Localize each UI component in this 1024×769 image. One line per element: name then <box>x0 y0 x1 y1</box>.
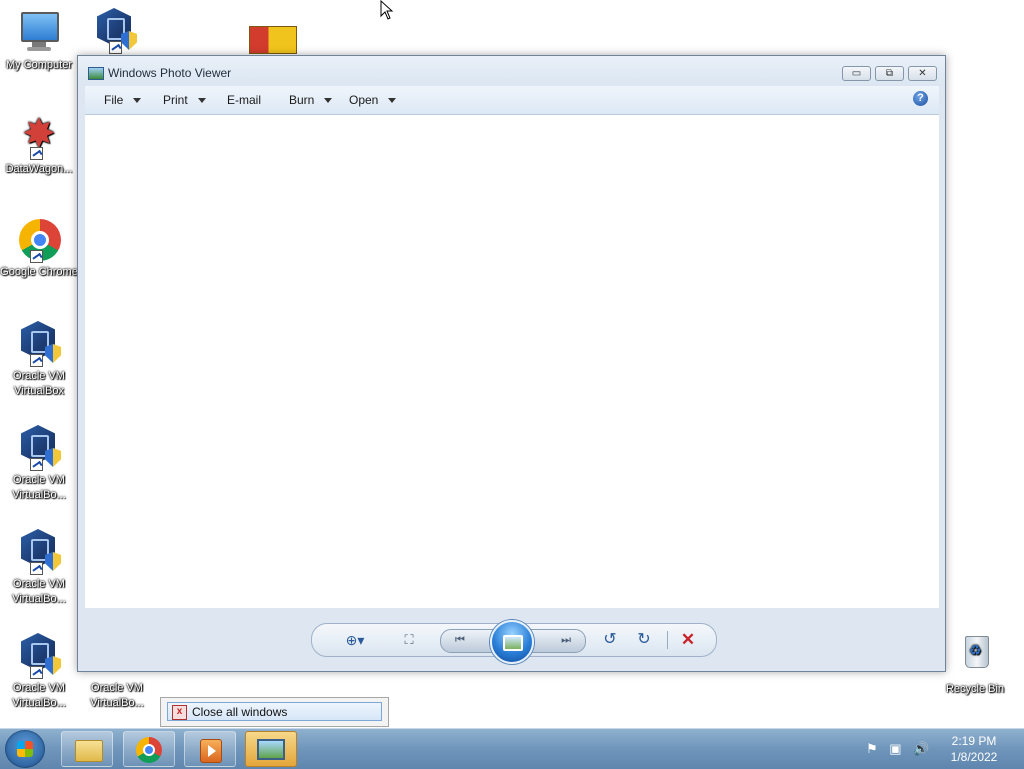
image-display-area[interactable] <box>85 115 939 608</box>
desktop-icon-virtualbox-top[interactable] <box>76 6 154 56</box>
delete-icon[interactable]: ✕ <box>678 629 698 651</box>
close-all-windows-item[interactable]: x Close all windows <box>167 702 382 721</box>
menu-open-label: Open <box>349 93 379 107</box>
virtualbox-icon <box>15 631 63 679</box>
taskbar-chrome-button[interactable] <box>123 731 175 767</box>
virtualbox-icon <box>15 319 63 367</box>
desktop-icon-google-chrome[interactable]: Google Chrome <box>0 215 78 280</box>
viewer-controls: ⊕▾ ⛶ ⏮ ⏭ ↺ ↻ ✕ <box>311 620 717 664</box>
mouse-cursor-icon <box>380 0 394 20</box>
close-icon: x <box>172 705 187 720</box>
chevron-down-icon <box>197 98 206 104</box>
clock[interactable]: 2:19 PM 1/8/2022 <box>936 733 1012 765</box>
menu-print[interactable]: Print <box>163 93 206 107</box>
actual-size-icon[interactable]: ⛶ <box>398 629 420 651</box>
desktop-icon-virtualbox[interactable]: Oracle VM VirtualBox <box>0 319 78 399</box>
taskbar-photo-viewer-button[interactable] <box>245 731 297 767</box>
zoom-icon[interactable]: ⊕▾ <box>340 629 370 651</box>
menu-email[interactable]: E-mail <box>227 93 261 107</box>
taskbar: ⚑ ▣ 🔊 2:19 PM 1/8/2022 <box>0 728 1024 769</box>
menu-burn-label: Burn <box>289 93 315 107</box>
restore-button[interactable]: ⧉ <box>875 66 904 81</box>
minimize-button[interactable]: ▭ <box>842 66 871 81</box>
chrome-icon <box>136 737 162 763</box>
desktop-icon-label: Oracle VM VirtualBo... <box>12 578 66 605</box>
desktop-icon-my-computer[interactable]: My Computer <box>0 8 78 73</box>
network-icon[interactable]: ▣ <box>889 741 901 756</box>
chevron-down-icon <box>388 98 397 104</box>
desktop-icon-label: Oracle VM VirtualBo... <box>12 474 66 501</box>
chrome-icon <box>15 215 63 263</box>
menu-burn[interactable]: Burn <box>289 93 333 107</box>
chevron-down-icon <box>324 98 333 104</box>
close-button[interactable]: ✕ <box>908 66 937 81</box>
desktop-icon-label: My Computer <box>5 59 73 71</box>
menu-email-label: E-mail <box>227 93 262 107</box>
recycle-bin-icon <box>951 632 999 680</box>
rotate-right-icon[interactable]: ↻ <box>634 629 654 651</box>
desktop-icon-label: Google Chrome <box>0 266 78 278</box>
desktop-icon-virtualbox-3[interactable]: Oracle VM VirtualBo... <box>0 527 78 607</box>
help-icon[interactable]: ? <box>913 91 928 106</box>
virtualbox-icon <box>15 527 63 575</box>
system-tray: ⚑ ▣ 🔊 <box>866 741 937 757</box>
desktop-icon-label: Oracle VM VirtualBo... <box>90 682 144 709</box>
title-bar[interactable]: Windows Photo Viewer ▭ ⧉ ✕ <box>78 56 945 86</box>
photo-viewer-icon <box>88 67 104 80</box>
menu-bar: File Print E-mail Burn Open ? <box>85 86 939 115</box>
desktop-icon-datawagon[interactable]: ✸ DataWagon... <box>0 112 78 177</box>
start-button[interactable] <box>5 730 45 768</box>
previous-icon[interactable]: ⏮ <box>455 634 465 647</box>
desktop-icon-recycle-bin[interactable]: Recycle Bin <box>936 632 1014 697</box>
menu-print-label: Print <box>163 93 188 107</box>
computer-icon <box>15 8 63 56</box>
window-title: Windows Photo Viewer <box>108 66 232 80</box>
taskbar-explorer-button[interactable] <box>61 731 113 767</box>
clock-date: 1/8/2022 <box>950 750 998 764</box>
image-thumbnail-icon[interactable] <box>249 26 297 54</box>
photo-viewer-window: Windows Photo Viewer ▭ ⧉ ✕ File Print E-… <box>77 55 946 672</box>
taskbar-jump-popup: x Close all windows <box>160 697 389 727</box>
slideshow-button[interactable] <box>490 620 534 664</box>
action-center-icon[interactable]: ⚑ <box>866 741 878 756</box>
menu-file-label: File <box>104 93 124 107</box>
menu-open[interactable]: Open <box>349 93 397 107</box>
photo-viewer-icon <box>257 739 285 760</box>
chevron-down-icon <box>133 98 142 104</box>
volume-icon[interactable]: 🔊 <box>913 741 929 756</box>
media-player-icon <box>200 739 222 763</box>
desktop-icon-label: DataWagon... <box>5 163 73 175</box>
desktop-icon-virtualbox-4[interactable]: Oracle VM VirtualBo... <box>0 631 78 711</box>
virtualbox-icon <box>91 6 139 54</box>
rotate-left-icon[interactable]: ↺ <box>600 629 620 651</box>
separator <box>667 631 668 649</box>
desktop-icon-label: Recycle Bin <box>945 683 1005 695</box>
next-icon[interactable]: ⏭ <box>561 634 571 647</box>
clock-time: 2:19 PM <box>951 734 997 748</box>
wolfram-star-icon: ✸ <box>15 112 63 160</box>
close-all-windows-label: Close all windows <box>192 705 288 719</box>
desktop-icon-label: Oracle VM VirtualBo... <box>12 682 66 709</box>
taskbar-media-player-button[interactable] <box>184 731 236 767</box>
desktop-icon-label: Oracle VM VirtualBox <box>13 370 65 397</box>
virtualbox-icon <box>15 423 63 471</box>
folder-icon <box>75 740 103 762</box>
desktop-icon-virtualbox-2[interactable]: Oracle VM VirtualBo... <box>0 423 78 503</box>
menu-file[interactable]: File <box>104 93 142 107</box>
